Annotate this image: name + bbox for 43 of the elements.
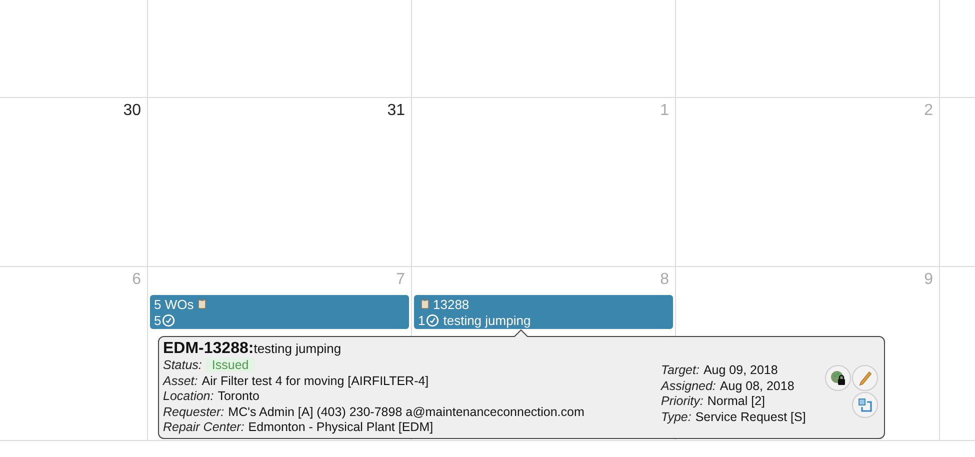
field-value: Air Filter test 4 for moving [AIRFILTER-4] (202, 374, 429, 388)
field-value: Service Request [S] (695, 410, 806, 424)
day-number: 30 (123, 101, 141, 121)
field-label: Target: (661, 363, 700, 377)
clock-icon (426, 314, 440, 326)
field-value: Normal [2] (707, 394, 766, 408)
day-number: 2 (924, 101, 933, 121)
field-label: Requester: (163, 404, 224, 418)
lock-button[interactable] (825, 365, 851, 391)
day-number: 31 (387, 101, 405, 121)
work-order-code: EDM-13288: (163, 340, 254, 357)
field-label: Status: (163, 358, 202, 372)
status-value: Issued (206, 358, 255, 372)
event-bar[interactable]: 13288 1 testing jumping (414, 295, 673, 329)
clipboard-icon (198, 299, 206, 309)
event-title: 13288 (433, 296, 470, 312)
field-value: MC's Admin [A] (403) 230-7898 a@maintenanceconnection.com (228, 404, 584, 418)
event-subtitle: testing jumping (443, 312, 531, 328)
day-number: 7 (396, 270, 405, 290)
field-value: Aug 08, 2018 (720, 378, 794, 392)
field-value: Aug 09, 2018 (703, 363, 778, 377)
clock-icon (162, 314, 176, 326)
day-number: 1 (660, 101, 669, 121)
field-label: Asset: (163, 374, 198, 388)
event-count: 5 (154, 312, 162, 328)
pencil-icon (858, 370, 872, 386)
event-title: 5 WOs (154, 296, 194, 312)
field-label: Priority: (661, 394, 704, 408)
event-bar[interactable]: 5 WOs 5 (150, 295, 409, 329)
day-number: 6 (132, 270, 141, 290)
event-count: 1 (418, 312, 426, 328)
field-label: Type: (661, 410, 692, 424)
field-label: Location: (163, 389, 214, 403)
copy-icon (858, 398, 872, 412)
day-number: 8 (660, 270, 669, 290)
field-label: Assigned: (661, 378, 716, 392)
day-number: 9 (924, 270, 933, 290)
field-value: Edmonton - Physical Plant [EDM] (248, 420, 434, 434)
lock-icon (830, 370, 846, 386)
field-value: Toronto (218, 389, 260, 403)
field-label: Repair Center: (163, 420, 244, 434)
work-order-title: testing jumping (254, 341, 342, 356)
clipboard-icon (421, 299, 429, 309)
